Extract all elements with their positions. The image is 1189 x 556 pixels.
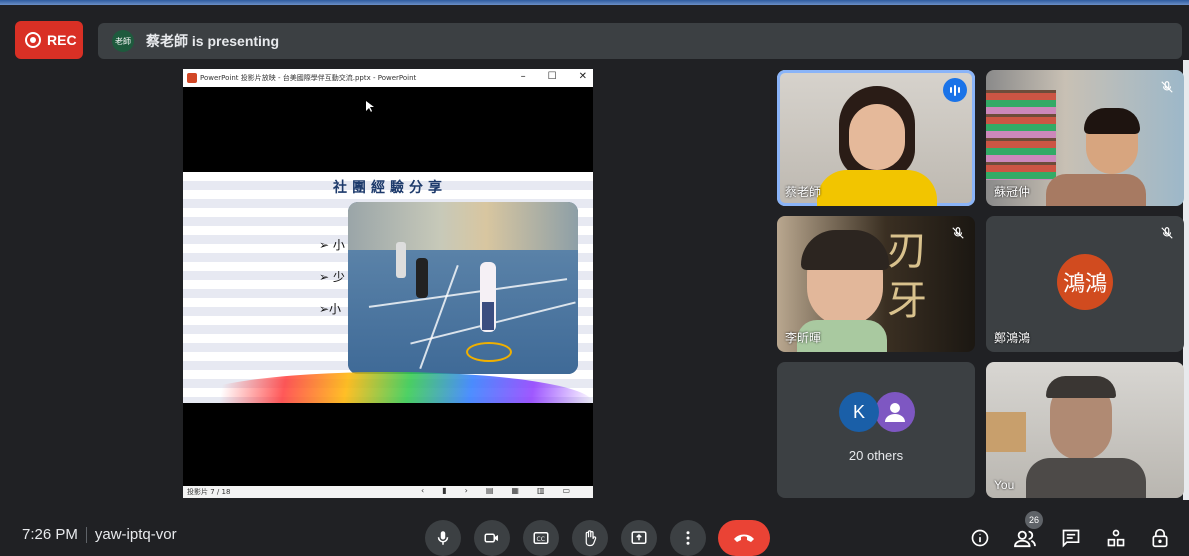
slide-title: 社團經驗分享: [333, 180, 447, 196]
slide-bullet: ➢小: [319, 302, 342, 316]
host-controls-button[interactable]: [1148, 526, 1172, 550]
minimize-icon[interactable]: –: [521, 71, 526, 82]
person-avatar-icon: [875, 392, 915, 432]
maximize-icon[interactable]: ☐: [548, 71, 557, 82]
bottom-bar: 7:26 PM yaw-iptq-vor CC: [0, 510, 1189, 556]
slide-menu-icon[interactable]: ▮: [442, 486, 446, 495]
presenter-avatar: 老師: [112, 30, 134, 52]
mouse-cursor-icon: [366, 101, 374, 112]
activities-button[interactable]: [1104, 526, 1128, 550]
camera-icon: [484, 533, 498, 543]
presenting-banner[interactable]: 老師 蔡老師 is presenting: [98, 23, 1182, 59]
participant-name: You: [994, 478, 1015, 492]
meeting-code[interactable]: yaw-iptq-vor: [95, 526, 177, 543]
meeting-details-button[interactable]: [968, 526, 992, 550]
recording-label: REC: [47, 32, 77, 48]
svg-text:CC: CC: [537, 536, 545, 543]
self-tile[interactable]: You: [986, 362, 1184, 498]
powerpoint-icon: [187, 73, 197, 83]
captions-icon: CC: [533, 532, 549, 544]
close-icon[interactable]: ✕: [579, 71, 587, 82]
participant-tile[interactable]: 蔡老師: [777, 70, 975, 206]
participant-avatar: 鴻鴻: [1057, 254, 1113, 310]
people-count-badge: 26: [1025, 511, 1043, 529]
ppt-window-title: PowerPoint 投影片放映 - 台美國際學伴互動交流.pptx - Pow…: [200, 74, 417, 82]
muted-mic-icon: [1161, 227, 1173, 239]
ppt-titlebar: PowerPoint 投影片放映 - 台美國際學伴互動交流.pptx - Pow…: [183, 69, 593, 87]
prev-slide-icon[interactable]: ‹: [421, 486, 424, 495]
leave-call-button[interactable]: [718, 520, 770, 556]
participant-name: 蘇冠仲: [994, 185, 1031, 199]
slide: 社團經驗分享 ➢ 小 ➢ 少 ➢小: [183, 172, 593, 403]
chat-button[interactable]: [1059, 526, 1083, 550]
ppt-statusbar: 投影片 7 / 18 ‹ ▮ › ▤ ▦ ▥ ▭: [183, 486, 593, 498]
participant-name: 李昕暉: [785, 331, 822, 345]
record-icon: [25, 32, 41, 48]
hand-icon: [585, 530, 597, 547]
meeting-info: 7:26 PM yaw-iptq-vor: [22, 526, 177, 543]
slide-bullet: ➢ 少: [319, 270, 345, 284]
people-icon: [1014, 530, 1036, 548]
captions-button[interactable]: CC: [523, 520, 559, 556]
presenting-text: 蔡老師 is presenting: [146, 33, 280, 49]
call-end-icon: [734, 534, 754, 542]
present-button[interactable]: [621, 520, 657, 556]
people-button[interactable]: [1013, 526, 1037, 550]
slide-bullet: ➢ 小: [319, 238, 345, 252]
reading-view-icon[interactable]: ▥: [537, 486, 545, 495]
normal-view-icon[interactable]: ▤: [486, 486, 494, 495]
info-icon: [971, 529, 989, 547]
activities-icon: [1107, 529, 1125, 547]
participant-tile[interactable]: 蘇冠仲: [986, 70, 1184, 206]
others-count-label: 20 others: [848, 448, 904, 463]
more-vert-icon: [686, 531, 690, 545]
present-screen-icon: [631, 531, 647, 544]
meeting-time: 7:26 PM: [22, 526, 78, 543]
slide-photo: [348, 202, 578, 374]
more-options-button[interactable]: [670, 520, 706, 556]
presentation-window[interactable]: PowerPoint 投影片放映 - 台美國際學伴互動交流.pptx - Pow…: [183, 69, 593, 498]
participant-tile[interactable]: 刃牙 李昕暉: [777, 216, 975, 352]
raise-hand-button[interactable]: [572, 520, 608, 556]
lock-person-icon: [1152, 528, 1168, 548]
participant-tile[interactable]: 鴻鴻 鄭鴻鴻: [986, 216, 1184, 352]
next-slide-icon[interactable]: ›: [465, 486, 468, 495]
mic-icon: [437, 531, 449, 545]
camera-button[interactable]: [474, 520, 510, 556]
slideshow-view-icon[interactable]: ▭: [563, 486, 571, 495]
others-tile[interactable]: K 20 others: [777, 362, 975, 498]
participant-name: 蔡老師: [785, 185, 822, 199]
participant-avatar: K: [839, 392, 879, 432]
recording-button[interactable]: REC: [15, 21, 83, 59]
muted-mic-icon: [1161, 81, 1173, 93]
chat-icon: [1062, 529, 1080, 548]
slide-counter: 投影片 7 / 18: [187, 488, 231, 496]
microphone-button[interactable]: [425, 520, 461, 556]
sorter-view-icon[interactable]: ▦: [511, 486, 519, 495]
participant-name: 鄭鴻鴻: [994, 331, 1031, 345]
speaking-indicator-icon: [943, 78, 967, 102]
muted-mic-icon: [952, 227, 964, 239]
top-bar: REC 老師 蔡老師 is presenting: [0, 5, 1189, 61]
